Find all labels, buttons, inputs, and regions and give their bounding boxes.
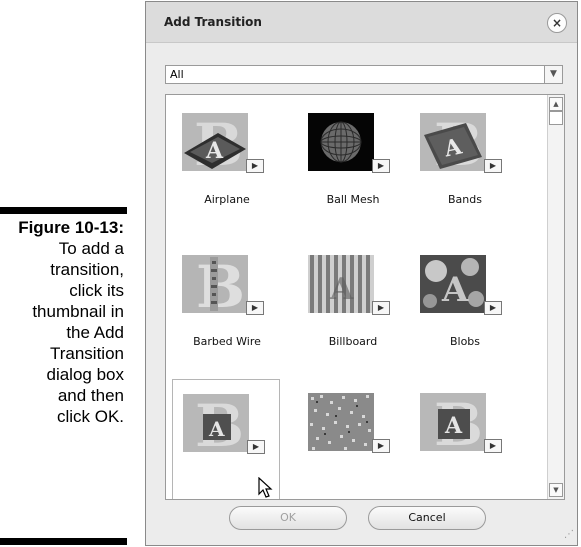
transition-label: Billboard (328, 335, 378, 348)
transition-gallery: B A ▶ Airplane ▶ (165, 94, 565, 500)
figure-number: Figure 10-13: (18, 218, 124, 237)
transition-item-billboard[interactable]: A ▶ Billboard (298, 241, 420, 371)
scroll-down-icon[interactable]: ▼ (549, 483, 563, 497)
ok-button[interactable]: OK (229, 506, 347, 530)
blobs-thumbnail[interactable]: A (420, 255, 486, 313)
dissolve-thumbnail[interactable] (308, 393, 374, 451)
mouse-pointer-icon (258, 477, 273, 498)
scrollbar-thumb[interactable] (549, 111, 563, 125)
svg-text:A: A (444, 413, 463, 439)
caption-top-rule (0, 207, 127, 214)
airplane-thumbnail[interactable]: B A (182, 113, 248, 171)
transition-item-barbed-wire[interactable]: B ▶ Barbed Wire (172, 241, 294, 371)
play-preview-icon[interactable]: ▶ (372, 439, 390, 453)
transition-item-ball-mesh[interactable]: ▶ Ball Mesh (298, 99, 420, 229)
play-preview-icon[interactable]: ▶ (246, 159, 264, 173)
transition-label: Blobs (449, 335, 481, 348)
cancel-button[interactable]: Cancel (368, 506, 486, 530)
resize-grip-icon[interactable]: ⋰ (560, 528, 574, 542)
svg-text:A: A (441, 270, 469, 310)
play-preview-icon[interactable]: ▶ (372, 159, 390, 173)
transition-item-blobs[interactable]: A ▶ Blobs (410, 241, 532, 371)
caption-line: Transition (49, 344, 124, 363)
dialog-title: Add Transition (164, 15, 262, 29)
play-preview-icon[interactable]: ▶ (484, 159, 502, 173)
ball-mesh-thumbnail[interactable] (308, 113, 374, 171)
box-out-thumbnail[interactable]: B A (420, 393, 486, 451)
caption-line: click OK. (56, 407, 124, 426)
category-dropdown[interactable]: All ▼ (165, 65, 563, 84)
dialog-titlebar[interactable]: Add Transition × (146, 2, 577, 43)
play-preview-icon[interactable]: ▶ (484, 301, 502, 315)
bands-thumbnail[interactable]: B A (420, 113, 486, 171)
caption-line: dialog box (46, 365, 124, 384)
billboard-thumbnail[interactable]: A (308, 255, 374, 313)
transition-label: Ball Mesh (326, 193, 380, 206)
transition-item-bands[interactable]: B A ▶ Bands (410, 99, 532, 229)
svg-text:A: A (329, 272, 354, 307)
chevron-down-icon[interactable]: ▼ (544, 66, 562, 83)
category-selected-value: All (170, 68, 184, 81)
transition-item-box-out[interactable]: B A ▶ (410, 379, 532, 499)
play-preview-icon[interactable]: ▶ (246, 301, 264, 315)
play-preview-icon[interactable]: ▶ (372, 301, 390, 315)
transition-label: Bands (448, 193, 482, 206)
svg-text:A: A (205, 138, 224, 164)
caption-line: transition, (50, 260, 124, 279)
play-preview-icon[interactable]: ▶ (484, 439, 502, 453)
figure-caption: Figure 10-13: To add a transition, click… (0, 217, 124, 427)
svg-text:B: B (196, 255, 245, 313)
barbed-wire-thumbnail[interactable]: B (182, 255, 248, 313)
caption-bottom-rule (0, 538, 127, 545)
box-transition-thumbnail[interactable]: B A (183, 394, 249, 452)
caption-line: and then (57, 386, 124, 405)
transition-label: Barbed Wire (193, 335, 261, 348)
transition-item-dissolve[interactable]: ▶ (298, 379, 420, 499)
svg-text:A: A (208, 417, 225, 441)
caption-line: thumbnail in (32, 302, 124, 321)
close-icon[interactable]: × (547, 13, 567, 33)
scroll-up-icon[interactable]: ▲ (549, 97, 563, 111)
caption-line: the Add (66, 323, 124, 342)
play-preview-icon[interactable]: ▶ (247, 440, 265, 454)
caption-line: To add a (58, 239, 124, 258)
gallery-scrollbar[interactable]: ▲ ▼ (547, 95, 564, 499)
transition-label: Airplane (204, 193, 250, 206)
caption-line: click its (69, 281, 124, 300)
add-transition-dialog: Add Transition × All ▼ B A ▶ Airplane (145, 1, 578, 546)
transition-item-airplane[interactable]: B A ▶ Airplane (172, 99, 294, 229)
